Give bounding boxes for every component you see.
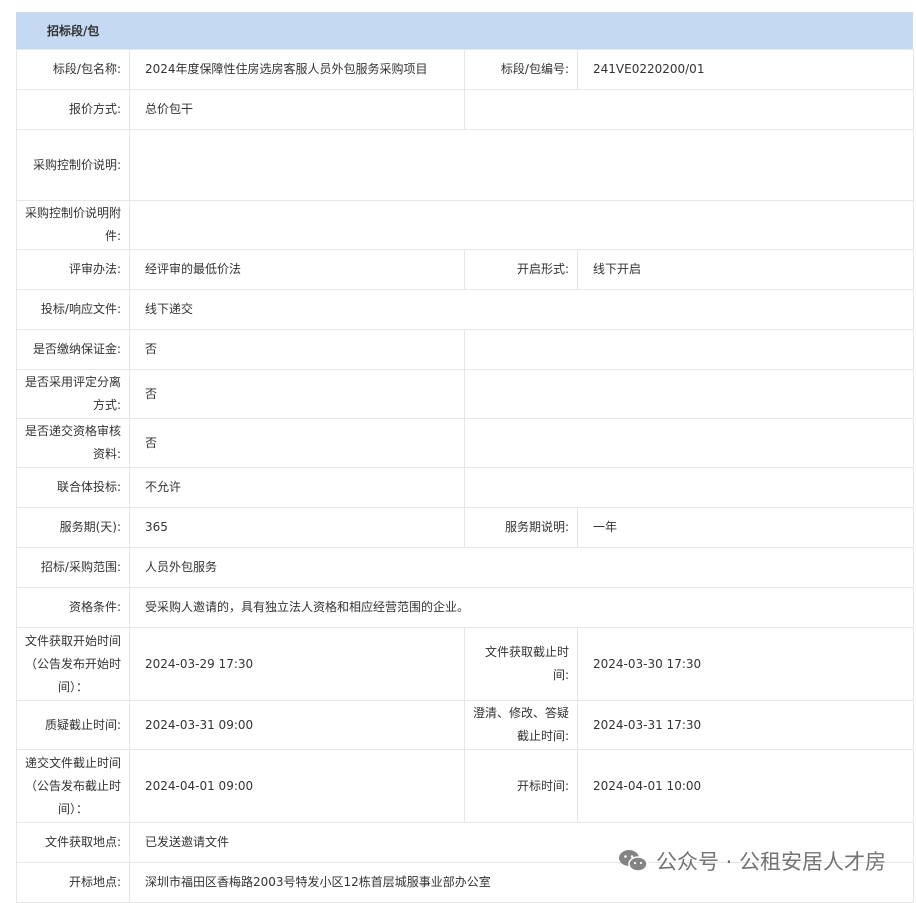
- doc-end-value: 2024-03-30 17:30: [577, 627, 914, 701]
- tender-info-table: 标段/包名称: 2024年度保障性住房选房客服人员外包服务采购项目 标段/包编号…: [16, 49, 914, 903]
- doc-start-label: 文件获取开始时间（公告发布开始时间）：: [16, 627, 130, 701]
- empty-cell: [464, 329, 914, 370]
- submit-end-value: 2024-04-01 09:00: [129, 749, 465, 823]
- period-desc-value: 一年: [577, 507, 914, 548]
- separate-label: 是否采用评定分离方式:: [16, 369, 130, 419]
- table-row: 资格条件: 受采购人邀请的，具有独立法人资格和相应经营范围的企业。: [16, 587, 914, 628]
- empty-cell: [464, 89, 914, 130]
- quote-value: 总价包干: [129, 89, 465, 130]
- table-row: 是否递交资格审核资料: 否: [16, 418, 914, 468]
- eval-label: 评审办法:: [16, 249, 130, 290]
- table-row: 联合体投标: 不允许: [16, 467, 914, 508]
- open-form-value: 线下开启: [577, 249, 914, 290]
- open-form-label: 开启形式:: [464, 249, 578, 290]
- ctrl-att-value: [129, 200, 914, 250]
- section-title: 招标段/包: [47, 24, 100, 38]
- submit-end-label: 递交文件截止时间（公告发布截止时间）：: [16, 749, 130, 823]
- open-time-label: 开标时间:: [464, 749, 578, 823]
- empty-cell: [464, 467, 914, 508]
- table-row: 报价方式: 总价包干: [16, 89, 914, 130]
- table-row: 递交文件截止时间（公告发布截止时间）： 2024-04-01 09:00 开标时…: [16, 749, 914, 823]
- bid-doc-label: 投标/响应文件:: [16, 289, 130, 330]
- empty-cell: [464, 369, 914, 419]
- qualification-label: 资格条件:: [16, 587, 130, 628]
- deposit-label: 是否缴纳保证金:: [16, 329, 130, 370]
- period-desc-label: 服务期说明:: [464, 507, 578, 548]
- open-time-value: 2024-04-01 10:00: [577, 749, 914, 823]
- bid-doc-value: 线下递交: [129, 289, 914, 330]
- table-row: 采购控制价说明附件:: [16, 200, 914, 250]
- eval-value: 经评审的最低价法: [129, 249, 465, 290]
- table-row: 服务期(天): 365 服务期说明: 一年: [16, 507, 914, 548]
- name-value: 2024年度保障性住房选房客服人员外包服务采购项目: [129, 49, 465, 90]
- qual-submit-value: 否: [129, 418, 465, 468]
- open-place-label: 开标地点:: [16, 862, 130, 903]
- watermark-text: 公众号 · 公租安居人才房: [655, 850, 886, 874]
- consortium-label: 联合体投标:: [16, 467, 130, 508]
- table-row: 文件获取开始时间（公告发布开始时间）： 2024-03-29 17:30 文件获…: [16, 627, 914, 701]
- empty-cell: [464, 418, 914, 468]
- table-row: 投标/响应文件: 线下递交: [16, 289, 914, 330]
- consortium-value: 不允许: [129, 467, 465, 508]
- name-label: 标段/包名称:: [16, 49, 130, 90]
- qual-submit-label: 是否递交资格审核资料:: [16, 418, 130, 468]
- section-header: 招标段/包: [16, 12, 913, 49]
- code-label: 标段/包编号:: [464, 49, 578, 90]
- table-row: 招标/采购范围: 人员外包服务: [16, 547, 914, 588]
- clarify-end-value: 2024-03-31 17:30: [577, 700, 914, 750]
- qualification-value: 受采购人邀请的，具有独立法人资格和相应经营范围的企业。: [129, 587, 914, 628]
- wechat-icon: [618, 848, 648, 874]
- table-row: 质疑截止时间: 2024-03-31 09:00 澄清、修改、答疑截止时间: 2…: [16, 700, 914, 750]
- period-label: 服务期(天):: [16, 507, 130, 548]
- table-row: 标段/包名称: 2024年度保障性住房选房客服人员外包服务采购项目 标段/包编号…: [16, 49, 914, 90]
- watermark: 公众号 · 公租安居人才房: [618, 846, 886, 876]
- period-value: 365: [129, 507, 465, 548]
- table-row: 是否采用评定分离方式: 否: [16, 369, 914, 419]
- query-end-label: 质疑截止时间:: [16, 700, 130, 750]
- tender-section: 招标段/包 标段/包名称: 2024年度保障性住房选房客服人员外包服务采购项目 …: [16, 12, 914, 903]
- table-row: 是否缴纳保证金: 否: [16, 329, 914, 370]
- query-end-value: 2024-03-31 09:00: [129, 700, 465, 750]
- ctrl-value: [129, 129, 914, 201]
- separate-value: 否: [129, 369, 465, 419]
- deposit-value: 否: [129, 329, 465, 370]
- doc-place-label: 文件获取地点:: [16, 822, 130, 863]
- ctrl-label: 采购控制价说明:: [16, 129, 130, 201]
- code-value: 241VE0220200/01: [577, 49, 914, 90]
- doc-end-label: 文件获取截止时间:: [464, 627, 578, 701]
- clarify-end-label: 澄清、修改、答疑截止时间:: [464, 700, 578, 750]
- table-row: 评审办法: 经评审的最低价法 开启形式: 线下开启: [16, 249, 914, 290]
- scope-label: 招标/采购范围:: [16, 547, 130, 588]
- scope-value: 人员外包服务: [129, 547, 914, 588]
- ctrl-att-label: 采购控制价说明附件:: [16, 200, 130, 250]
- quote-label: 报价方式:: [16, 89, 130, 130]
- doc-start-value: 2024-03-29 17:30: [129, 627, 465, 701]
- table-row: 采购控制价说明:: [16, 129, 914, 201]
